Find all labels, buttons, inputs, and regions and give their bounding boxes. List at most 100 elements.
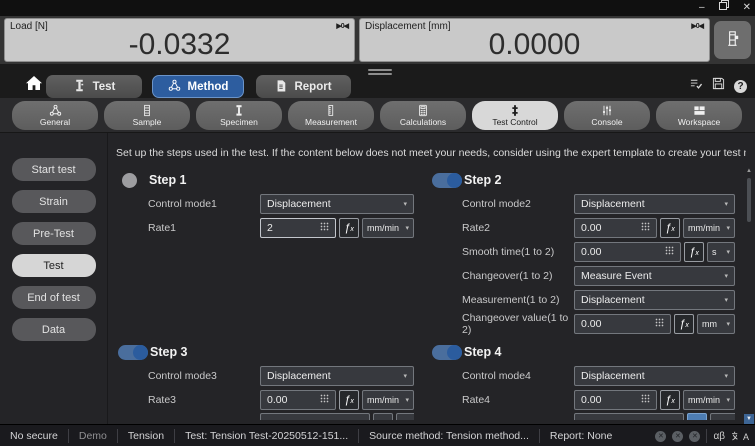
rate4-unit-dropdown[interactable]: mm/min ▾ bbox=[683, 390, 735, 410]
rate2-unit-dropdown[interactable]: mm/min ▾ bbox=[683, 218, 735, 238]
fx-formula-button[interactable]: ƒx bbox=[660, 218, 680, 238]
field-label: Control mode4 bbox=[462, 370, 574, 382]
ribbon-sample-button[interactable]: Sample bbox=[104, 101, 190, 130]
help-icon[interactable]: ? bbox=[734, 80, 747, 93]
sidebar-item-pre-test[interactable]: Pre-Test bbox=[12, 222, 96, 245]
sidebar-item-test[interactable]: Test bbox=[12, 254, 96, 277]
step-4-toggle[interactable] bbox=[432, 345, 462, 360]
sidebar-item-data[interactable]: Data bbox=[12, 318, 96, 341]
ribbon-measurement-button[interactable]: Measurement bbox=[288, 101, 374, 130]
step-3-toggle[interactable] bbox=[118, 345, 148, 360]
close-icon[interactable]: ✕ bbox=[743, 0, 751, 16]
ribbon-console-button[interactable]: Console bbox=[564, 101, 650, 130]
fx-formula-button[interactable]: ƒx bbox=[660, 390, 680, 410]
step-4-title: Step 4 bbox=[464, 345, 502, 359]
save-icon[interactable] bbox=[712, 77, 725, 95]
ribbon-general-button[interactable]: General bbox=[12, 101, 98, 130]
rate3-input[interactable]: 0.00 bbox=[260, 390, 336, 410]
minimize-icon[interactable]: – bbox=[699, 0, 705, 16]
rate1-unit-dropdown[interactable]: mm/min ▾ bbox=[362, 218, 414, 238]
tab-report-label: Report bbox=[294, 81, 331, 93]
window-controls: – ✕ bbox=[699, 0, 751, 16]
rate3-unit-dropdown[interactable]: mm/min ▾ bbox=[362, 390, 414, 410]
step-3-section: Step 3 Control mode3 Displacement ▾ Rate… bbox=[118, 342, 414, 420]
drag-handle[interactable] bbox=[368, 69, 392, 77]
sidebar-item-strain[interactable]: Strain bbox=[12, 190, 96, 213]
fx-formula-button[interactable]: ƒx bbox=[684, 242, 704, 262]
alphabet-input-icon[interactable]: αβ bbox=[713, 431, 725, 442]
step-4-section: Step 4 Control mode4 Displacement ▾ Rate… bbox=[432, 342, 735, 420]
changeover-dropdown[interactable]: Measure Event ▾ bbox=[574, 266, 735, 286]
vertical-scrollbar[interactable]: ▲ ▼ bbox=[744, 166, 754, 424]
layout-icon bbox=[693, 103, 706, 117]
input-value: 0.00 bbox=[267, 394, 287, 406]
translate-icon[interactable]: A bbox=[731, 431, 749, 442]
rate4-input[interactable]: 0.00 bbox=[574, 390, 657, 410]
ribbon-calculations-button[interactable]: Calculations bbox=[380, 101, 466, 130]
dropdown-value: Displacement bbox=[267, 198, 331, 210]
chevron-down-icon: ▾ bbox=[726, 248, 730, 256]
keypad-icon[interactable] bbox=[320, 222, 329, 234]
tab-method[interactable]: Method bbox=[152, 75, 244, 98]
connection-indicator-icon[interactable]: ✕ bbox=[655, 431, 666, 442]
ribbon-test-control-button[interactable]: Test Control bbox=[472, 101, 558, 130]
keypad-icon[interactable] bbox=[641, 222, 650, 234]
ribbon-calculations-label: Calculations bbox=[400, 118, 446, 127]
field-label: Rate2 bbox=[462, 222, 574, 234]
chevron-down-icon: ▾ bbox=[724, 200, 728, 208]
connection-indicator-icon[interactable]: ✕ bbox=[689, 431, 700, 442]
control-mode2-dropdown[interactable]: Displacement ▾ bbox=[574, 194, 735, 214]
fx-formula-button[interactable]: ƒx bbox=[339, 390, 359, 410]
tab-report[interactable]: Report bbox=[256, 75, 351, 98]
fx-formula-button[interactable]: ƒx bbox=[339, 218, 359, 238]
scroll-up-icon[interactable]: ▲ bbox=[744, 166, 754, 176]
control-mode1-dropdown[interactable]: Displacement ▾ bbox=[260, 194, 414, 214]
ribbon-specimen-button[interactable]: Specimen bbox=[196, 101, 282, 130]
load-readout: Load [N] ▶0◀ -0.0332 bbox=[4, 18, 355, 62]
test-type-status: Tension bbox=[118, 430, 174, 442]
tab-test[interactable]: Test bbox=[46, 75, 142, 98]
restore-icon[interactable] bbox=[719, 0, 729, 16]
input-value: 0.00 bbox=[581, 394, 601, 406]
field-label: Control mode1 bbox=[148, 198, 260, 210]
machine-panel-button[interactable] bbox=[714, 21, 751, 59]
molecule-icon bbox=[49, 103, 62, 117]
dropdown-value: Displacement bbox=[581, 370, 645, 382]
field-label: Control mode3 bbox=[148, 370, 260, 382]
changeover-value-unit-dropdown[interactable]: mm ▾ bbox=[697, 314, 735, 334]
test-steps-panel: Set up the steps used in the test. If th… bbox=[108, 133, 755, 424]
smooth-time-unit-dropdown[interactable]: s ▾ bbox=[707, 242, 735, 262]
changeover-value-input[interactable]: 0.00 bbox=[574, 314, 671, 334]
sidebar-item-end-of-test[interactable]: End of test bbox=[12, 286, 96, 309]
scrollbar-thumb[interactable] bbox=[747, 178, 751, 222]
document-icon bbox=[275, 79, 287, 95]
keypad-icon[interactable] bbox=[655, 318, 664, 330]
source-method-status: Source method: Tension method... bbox=[359, 430, 539, 442]
step-2-toggle[interactable] bbox=[432, 173, 462, 188]
field-label: Control mode2 bbox=[462, 198, 574, 210]
measurement-dropdown[interactable]: Displacement ▾ bbox=[574, 290, 735, 310]
scroll-down-icon[interactable]: ▼ bbox=[744, 414, 754, 424]
unit-value: mm/min bbox=[688, 395, 720, 405]
smooth-time-input[interactable]: 0.00 bbox=[574, 242, 681, 262]
control-mode3-dropdown[interactable]: Displacement ▾ bbox=[260, 366, 414, 386]
rate2-input[interactable]: 0.00 bbox=[574, 218, 657, 238]
clipped-next-row bbox=[118, 413, 414, 420]
rate1-input[interactable]: 2 bbox=[260, 218, 336, 238]
keypad-icon[interactable] bbox=[665, 246, 674, 258]
home-button[interactable] bbox=[26, 76, 42, 95]
ribbon-measurement-label: Measurement bbox=[305, 118, 357, 127]
keypad-icon[interactable] bbox=[320, 394, 329, 406]
keypad-icon[interactable] bbox=[641, 394, 650, 406]
checklist-icon[interactable] bbox=[689, 77, 703, 95]
sidebar-item-start-test[interactable]: Start test bbox=[12, 158, 96, 181]
chevron-down-icon: ▾ bbox=[724, 272, 728, 280]
dropdown-value: Measure Event bbox=[581, 270, 652, 282]
fx-formula-button[interactable]: ƒx bbox=[674, 314, 694, 334]
ribbon-workspace-button[interactable]: Workspace bbox=[656, 101, 742, 130]
connection-indicator-icon[interactable]: ✕ bbox=[672, 431, 683, 442]
displacement-readout: Displacement [mm] ▶0◀ 0.0000 bbox=[359, 18, 710, 62]
tab-method-label: Method bbox=[188, 81, 229, 93]
control-mode4-dropdown[interactable]: Displacement ▾ bbox=[574, 366, 735, 386]
test-file-status: Test: Tension Test-20250512-151... bbox=[175, 430, 358, 442]
